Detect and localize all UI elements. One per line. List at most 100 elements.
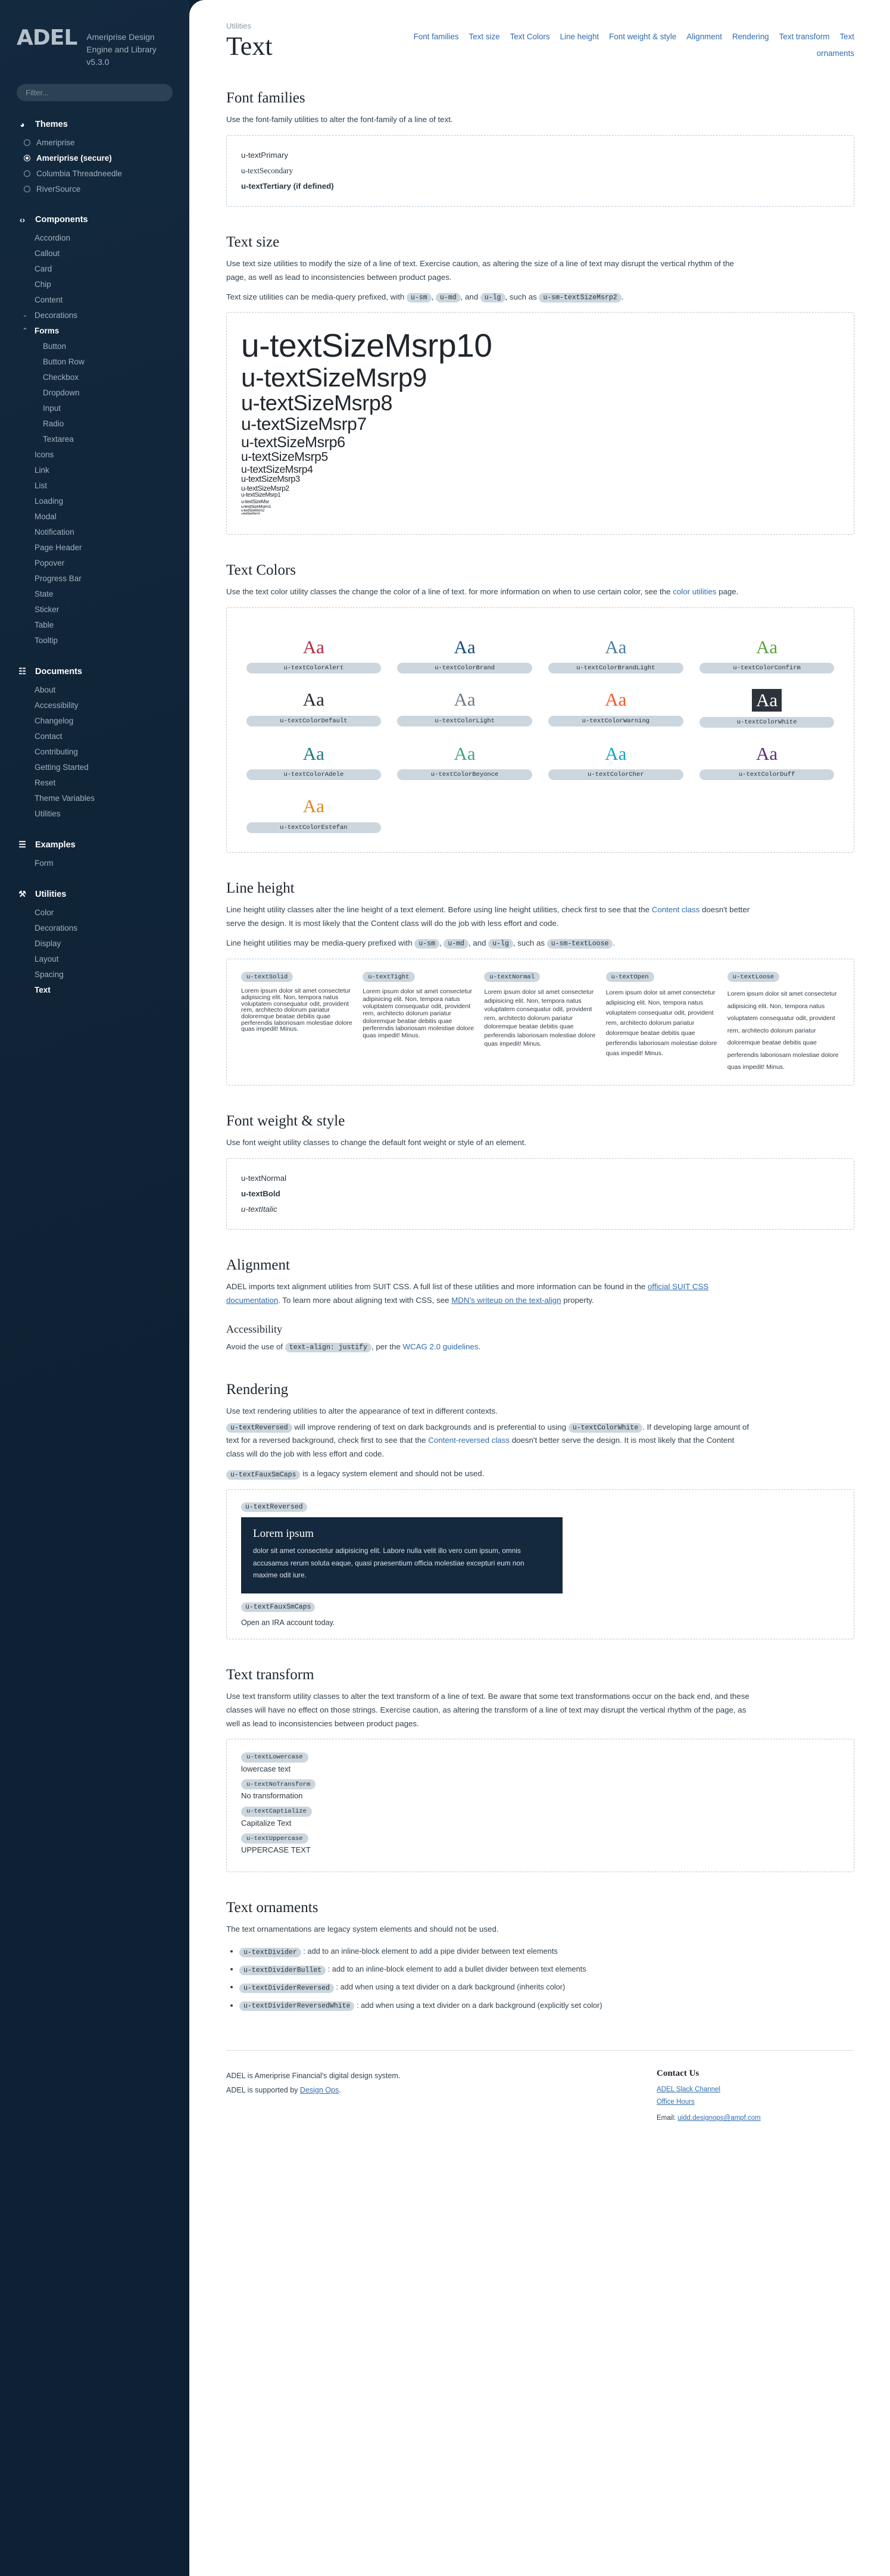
sidebar-item-content[interactable]: Content <box>0 292 189 307</box>
sidebar-item-loading[interactable]: Loading <box>0 493 189 509</box>
sidebar-item-dropdown[interactable]: Dropdown <box>0 385 189 400</box>
sidebar-item-sticker[interactable]: Sticker <box>0 601 189 617</box>
sidebar-item-about[interactable]: About <box>0 682 189 697</box>
sidebar-item-reset[interactable]: Reset <box>0 775 189 790</box>
sidebar-item-spacing[interactable]: Spacing <box>0 966 189 982</box>
sidebar-item-popover[interactable]: Popover <box>0 555 189 570</box>
section-heading-text-colors: Text Colors <box>226 562 296 578</box>
prefix-note-mid: , and <box>460 292 479 301</box>
sidebar-item-ameriprise-secure[interactable]: Ameriprise (secure) <box>0 150 189 166</box>
sidebar-group-label: Themes <box>35 120 68 129</box>
radio-icon[interactable] <box>24 185 30 192</box>
sidebar-item-checkbox[interactable]: Checkbox <box>0 369 189 385</box>
sidebar-item-color[interactable]: Color <box>0 905 189 920</box>
sidebar-item-label: Contact <box>35 731 63 741</box>
section-link-font-weight-style[interactable]: Font weight & style <box>609 32 676 41</box>
text-ornaments-intro: The text ornamentations are legacy syste… <box>226 1925 499 1934</box>
sidebar-group-label: Documents <box>35 666 82 676</box>
sidebar-item-chip[interactable]: Chip <box>0 276 189 292</box>
sidebar-group-utilities: ⚒ Utilities Color Decorations Display Layout S… <box>0 884 189 997</box>
sidebar-item-callout[interactable]: Callout <box>0 245 189 261</box>
mdn-text-align-link[interactable]: MDN's writeup on the text-align <box>451 1296 561 1305</box>
sidebar-group-header-utilities[interactable]: ⚒ Utilities <box>0 884 189 905</box>
section-link-font-families[interactable]: Font families <box>414 32 459 41</box>
radio-icon[interactable] <box>24 154 30 161</box>
color-utilities-link[interactable]: color utilities <box>673 587 716 596</box>
filter-input[interactable] <box>17 84 173 101</box>
sidebar-item-modal[interactable]: Modal <box>0 509 189 524</box>
radio-icon[interactable] <box>24 139 30 146</box>
code-icon: ‹› <box>19 215 26 224</box>
text-transform-intro: Use text transform utility classes to al… <box>226 1691 750 1728</box>
sidebar-item-table[interactable]: Table <box>0 617 189 632</box>
lh-prefix-post: , such as <box>513 938 545 947</box>
sidebar-item-button[interactable]: Button <box>0 338 189 354</box>
section-link-alignment[interactable]: Alignment <box>686 32 722 41</box>
sidebar-item-list[interactable]: List <box>0 478 189 493</box>
sidebar-item-layout[interactable]: Layout <box>0 951 189 966</box>
reversed-sample-box: Lorem ipsum dolor sit amet consectetur a… <box>241 1517 563 1593</box>
section-heading-text-ornaments: Text ornaments <box>226 1900 318 1916</box>
office-hours-link[interactable]: Office Hours <box>657 2098 695 2106</box>
sidebar-item-changelog[interactable]: Changelog <box>0 713 189 728</box>
sidebar-item-ameriprise[interactable]: Ameriprise <box>0 135 189 150</box>
sidebar-item-getting-started[interactable]: Getting Started <box>0 759 189 775</box>
section-link-rendering[interactable]: Rendering <box>732 32 769 41</box>
sidebar-item-tooltip[interactable]: Tooltip <box>0 632 189 648</box>
email-link[interactable]: uidd.designops@ampf.com <box>677 2115 761 2122</box>
sidebar-item-input[interactable]: Input <box>0 400 189 416</box>
sidebar-item-radio[interactable]: Radio <box>0 416 189 431</box>
content-class-link[interactable]: Content class <box>652 905 700 914</box>
wcag-link[interactable]: WCAG 2.0 guidelines <box>402 1342 478 1351</box>
section-link-text-transform[interactable]: Text transform <box>779 32 830 41</box>
sidebar-item-page-header[interactable]: Page Header <box>0 539 189 555</box>
section-link-text-colors[interactable]: Text Colors <box>510 32 550 41</box>
section-link-text-size[interactable]: Text size <box>469 32 500 41</box>
transform-sample-value: No transformation <box>241 1791 303 1801</box>
sidebar-item-form[interactable]: Form <box>0 855 189 871</box>
text-transform-row: u-textCaptialize Capitalize Text <box>241 1805 839 1827</box>
sidebar-item-accessibility[interactable]: Accessibility <box>0 697 189 713</box>
text-size-sample: u-textSizeMsrp10 <box>241 327 492 364</box>
sidebar-item-contact[interactable]: Contact <box>0 728 189 744</box>
sidebar-item-textarea[interactable]: Textarea <box>0 431 189 447</box>
sidebar-group-header-themes[interactable]: ◕ Themes <box>0 114 189 135</box>
sidebar-item-notification[interactable]: Notification <box>0 524 189 539</box>
sidebar-item-utilities[interactable]: Utilities <box>0 806 189 821</box>
sidebar-item-text[interactable]: Text <box>0 982 189 997</box>
text-size-sample: u-textSizeMsrm1 <box>241 503 271 509</box>
sidebar-group-header-documents[interactable]: ☷ Documents <box>0 661 189 682</box>
sidebar-item-progress-bar[interactable]: Progress Bar <box>0 570 189 586</box>
content-reversed-class-link[interactable]: Content-reversed class <box>428 1436 510 1445</box>
brand[interactable]: ADEL Ameriprise Design Engine and Librar… <box>0 27 189 68</box>
sidebar-item-label: Contributing <box>35 747 78 756</box>
radio-icon[interactable] <box>24 170 30 177</box>
sidebar-item-theme-variables[interactable]: Theme Variables <box>0 790 189 806</box>
section-link-line-height[interactable]: Line height <box>560 32 599 41</box>
text-size-sample: u-textSizeMsrp8 <box>241 391 393 416</box>
sidebar-item-riversource[interactable]: RiverSource <box>0 181 189 197</box>
sidebar-item-decorations[interactable]: ⌄ Decorations <box>0 307 189 323</box>
sidebar-item-decorations[interactable]: Decorations <box>0 920 189 935</box>
text-size-sample: u-textSizeMsr <box>241 498 269 504</box>
sidebar-item-display[interactable]: Display <box>0 935 189 951</box>
text-size-sample: u-textSizeMsrm3 <box>241 512 260 516</box>
sidebar-item-button-row[interactable]: Button Row <box>0 354 189 369</box>
sidebar-item-contributing[interactable]: Contributing <box>0 744 189 759</box>
sidebar-item-accordion[interactable]: Accordion <box>0 230 189 245</box>
footer-right: Contact Us ADEL Slack Channel Office Hou… <box>657 2069 853 2125</box>
chevron-down-icon: ⌄ <box>22 311 28 319</box>
sidebar-item-forms[interactable]: ⌃ Forms <box>0 323 189 338</box>
sidebar-group-header-components[interactable]: ‹› Components <box>0 210 189 230</box>
sidebar-item-state[interactable]: State <box>0 586 189 601</box>
sidebar-item-card[interactable]: Card <box>0 261 189 276</box>
sidebar-item-label: Page Header <box>35 542 82 552</box>
sidebar-group-header-examples[interactable]: ☰ Examples <box>0 834 189 855</box>
sidebar-item-icons[interactable]: Icons <box>0 447 189 462</box>
sidebar-group-themes: ◕ Themes Ameriprise Ameriprise (secure) Colu… <box>0 114 189 197</box>
sidebar-item-columbia-threadneedle[interactable]: Columbia Threadneedle <box>0 166 189 181</box>
prefix-note-post: , such as <box>505 292 537 301</box>
adel-slack-channel-link[interactable]: ADEL Slack Channel <box>657 2086 720 2093</box>
design-ops-link[interactable]: Design Ops <box>300 2086 339 2094</box>
sidebar-item-link[interactable]: Link <box>0 462 189 478</box>
